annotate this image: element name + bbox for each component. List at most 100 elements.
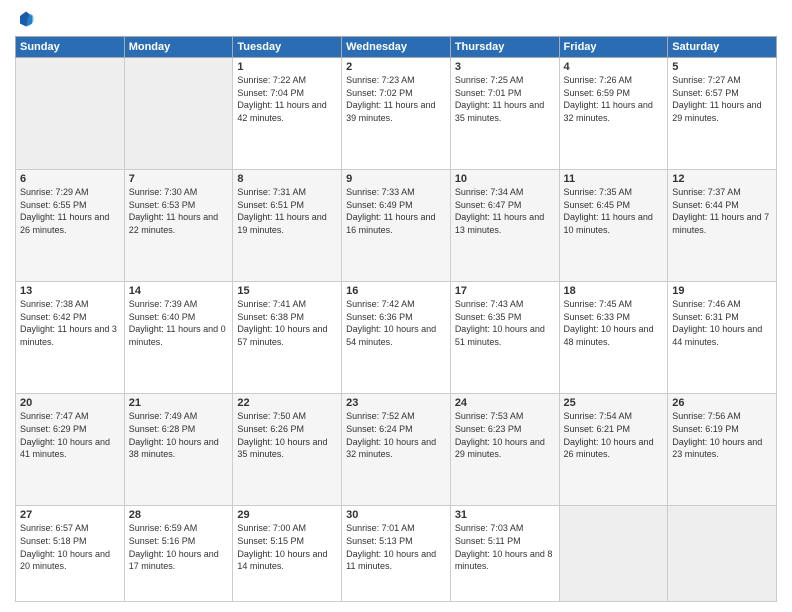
- day-info: Sunrise: 7:49 AMSunset: 6:28 PMDaylight:…: [129, 410, 229, 460]
- day-info: Sunrise: 7:35 AMSunset: 6:45 PMDaylight:…: [564, 186, 664, 236]
- day-cell: 3Sunrise: 7:25 AMSunset: 7:01 PMDaylight…: [450, 58, 559, 170]
- day-info: Sunrise: 7:50 AMSunset: 6:26 PMDaylight:…: [237, 410, 337, 460]
- day-info: Sunrise: 7:01 AMSunset: 5:13 PMDaylight:…: [346, 522, 446, 572]
- day-cell: 16Sunrise: 7:42 AMSunset: 6:36 PMDayligh…: [342, 282, 451, 394]
- day-cell: 9Sunrise: 7:33 AMSunset: 6:49 PMDaylight…: [342, 170, 451, 282]
- weekday-header-row: SundayMondayTuesdayWednesdayThursdayFrid…: [16, 37, 777, 58]
- day-cell: 14Sunrise: 7:39 AMSunset: 6:40 PMDayligh…: [124, 282, 233, 394]
- day-info: Sunrise: 6:57 AMSunset: 5:18 PMDaylight:…: [20, 522, 120, 572]
- day-number: 24: [455, 397, 555, 409]
- day-number: 14: [129, 285, 229, 297]
- day-number: 22: [237, 397, 337, 409]
- day-number: 1: [237, 61, 337, 73]
- day-number: 12: [672, 173, 772, 185]
- day-cell: 12Sunrise: 7:37 AMSunset: 6:44 PMDayligh…: [668, 170, 777, 282]
- day-info: Sunrise: 7:42 AMSunset: 6:36 PMDaylight:…: [346, 298, 446, 348]
- day-info: Sunrise: 7:47 AMSunset: 6:29 PMDaylight:…: [20, 410, 120, 460]
- day-info: Sunrise: 7:31 AMSunset: 6:51 PMDaylight:…: [237, 186, 337, 236]
- day-info: Sunrise: 7:29 AMSunset: 6:55 PMDaylight:…: [20, 186, 120, 236]
- day-info: Sunrise: 7:37 AMSunset: 6:44 PMDaylight:…: [672, 186, 772, 236]
- day-info: Sunrise: 7:30 AMSunset: 6:53 PMDaylight:…: [129, 186, 229, 236]
- day-cell: 1Sunrise: 7:22 AMSunset: 7:04 PMDaylight…: [233, 58, 342, 170]
- day-cell: 18Sunrise: 7:45 AMSunset: 6:33 PMDayligh…: [559, 282, 668, 394]
- day-number: 13: [20, 285, 120, 297]
- day-number: 7: [129, 173, 229, 185]
- day-number: 15: [237, 285, 337, 297]
- day-cell: 4Sunrise: 7:26 AMSunset: 6:59 PMDaylight…: [559, 58, 668, 170]
- day-number: 31: [455, 509, 555, 521]
- day-info: Sunrise: 7:45 AMSunset: 6:33 PMDaylight:…: [564, 298, 664, 348]
- day-cell: 27Sunrise: 6:57 AMSunset: 5:18 PMDayligh…: [16, 506, 125, 602]
- day-info: Sunrise: 7:26 AMSunset: 6:59 PMDaylight:…: [564, 74, 664, 124]
- day-cell: 25Sunrise: 7:54 AMSunset: 6:21 PMDayligh…: [559, 394, 668, 506]
- day-number: 20: [20, 397, 120, 409]
- logo-text: [15, 10, 35, 28]
- day-cell: 24Sunrise: 7:53 AMSunset: 6:23 PMDayligh…: [450, 394, 559, 506]
- day-cell: [559, 506, 668, 602]
- week-row-2: 6Sunrise: 7:29 AMSunset: 6:55 PMDaylight…: [16, 170, 777, 282]
- day-info: Sunrise: 7:56 AMSunset: 6:19 PMDaylight:…: [672, 410, 772, 460]
- page: SundayMondayTuesdayWednesdayThursdayFrid…: [0, 0, 792, 612]
- day-cell: 29Sunrise: 7:00 AMSunset: 5:15 PMDayligh…: [233, 506, 342, 602]
- week-row-4: 20Sunrise: 7:47 AMSunset: 6:29 PMDayligh…: [16, 394, 777, 506]
- day-number: 25: [564, 397, 664, 409]
- day-info: Sunrise: 7:23 AMSunset: 7:02 PMDaylight:…: [346, 74, 446, 124]
- day-info: Sunrise: 7:00 AMSunset: 5:15 PMDaylight:…: [237, 522, 337, 572]
- day-number: 28: [129, 509, 229, 521]
- day-info: Sunrise: 7:39 AMSunset: 6:40 PMDaylight:…: [129, 298, 229, 348]
- day-info: Sunrise: 7:03 AMSunset: 5:11 PMDaylight:…: [455, 522, 555, 572]
- logo: [15, 10, 35, 28]
- day-info: Sunrise: 7:38 AMSunset: 6:42 PMDaylight:…: [20, 298, 120, 348]
- day-cell: 21Sunrise: 7:49 AMSunset: 6:28 PMDayligh…: [124, 394, 233, 506]
- week-row-3: 13Sunrise: 7:38 AMSunset: 6:42 PMDayligh…: [16, 282, 777, 394]
- day-cell: 23Sunrise: 7:52 AMSunset: 6:24 PMDayligh…: [342, 394, 451, 506]
- day-cell: 20Sunrise: 7:47 AMSunset: 6:29 PMDayligh…: [16, 394, 125, 506]
- day-cell: 11Sunrise: 7:35 AMSunset: 6:45 PMDayligh…: [559, 170, 668, 282]
- day-number: 29: [237, 509, 337, 521]
- day-number: 19: [672, 285, 772, 297]
- day-info: Sunrise: 7:25 AMSunset: 7:01 PMDaylight:…: [455, 74, 555, 124]
- day-number: 17: [455, 285, 555, 297]
- day-cell: [16, 58, 125, 170]
- day-number: 8: [237, 173, 337, 185]
- day-number: 27: [20, 509, 120, 521]
- logo-icon: [17, 10, 35, 28]
- day-number: 3: [455, 61, 555, 73]
- day-number: 18: [564, 285, 664, 297]
- header: [15, 10, 777, 28]
- day-cell: 22Sunrise: 7:50 AMSunset: 6:26 PMDayligh…: [233, 394, 342, 506]
- day-cell: [668, 506, 777, 602]
- day-cell: [124, 58, 233, 170]
- day-info: Sunrise: 7:43 AMSunset: 6:35 PMDaylight:…: [455, 298, 555, 348]
- week-row-1: 1Sunrise: 7:22 AMSunset: 7:04 PMDaylight…: [16, 58, 777, 170]
- day-cell: 26Sunrise: 7:56 AMSunset: 6:19 PMDayligh…: [668, 394, 777, 506]
- day-info: Sunrise: 7:41 AMSunset: 6:38 PMDaylight:…: [237, 298, 337, 348]
- day-cell: 31Sunrise: 7:03 AMSunset: 5:11 PMDayligh…: [450, 506, 559, 602]
- weekday-header-friday: Friday: [559, 37, 668, 58]
- day-cell: 28Sunrise: 6:59 AMSunset: 5:16 PMDayligh…: [124, 506, 233, 602]
- day-number: 11: [564, 173, 664, 185]
- day-number: 30: [346, 509, 446, 521]
- day-cell: 7Sunrise: 7:30 AMSunset: 6:53 PMDaylight…: [124, 170, 233, 282]
- weekday-header-monday: Monday: [124, 37, 233, 58]
- day-cell: 10Sunrise: 7:34 AMSunset: 6:47 PMDayligh…: [450, 170, 559, 282]
- day-info: Sunrise: 7:52 AMSunset: 6:24 PMDaylight:…: [346, 410, 446, 460]
- weekday-header-saturday: Saturday: [668, 37, 777, 58]
- day-info: Sunrise: 7:34 AMSunset: 6:47 PMDaylight:…: [455, 186, 555, 236]
- day-cell: 5Sunrise: 7:27 AMSunset: 6:57 PMDaylight…: [668, 58, 777, 170]
- day-info: Sunrise: 7:22 AMSunset: 7:04 PMDaylight:…: [237, 74, 337, 124]
- day-info: Sunrise: 7:54 AMSunset: 6:21 PMDaylight:…: [564, 410, 664, 460]
- day-cell: 15Sunrise: 7:41 AMSunset: 6:38 PMDayligh…: [233, 282, 342, 394]
- day-number: 5: [672, 61, 772, 73]
- day-info: Sunrise: 7:33 AMSunset: 6:49 PMDaylight:…: [346, 186, 446, 236]
- day-cell: 8Sunrise: 7:31 AMSunset: 6:51 PMDaylight…: [233, 170, 342, 282]
- day-number: 21: [129, 397, 229, 409]
- day-cell: 17Sunrise: 7:43 AMSunset: 6:35 PMDayligh…: [450, 282, 559, 394]
- day-info: Sunrise: 7:53 AMSunset: 6:23 PMDaylight:…: [455, 410, 555, 460]
- day-number: 10: [455, 173, 555, 185]
- day-info: Sunrise: 7:46 AMSunset: 6:31 PMDaylight:…: [672, 298, 772, 348]
- day-cell: 2Sunrise: 7:23 AMSunset: 7:02 PMDaylight…: [342, 58, 451, 170]
- day-info: Sunrise: 7:27 AMSunset: 6:57 PMDaylight:…: [672, 74, 772, 124]
- day-cell: 6Sunrise: 7:29 AMSunset: 6:55 PMDaylight…: [16, 170, 125, 282]
- day-number: 2: [346, 61, 446, 73]
